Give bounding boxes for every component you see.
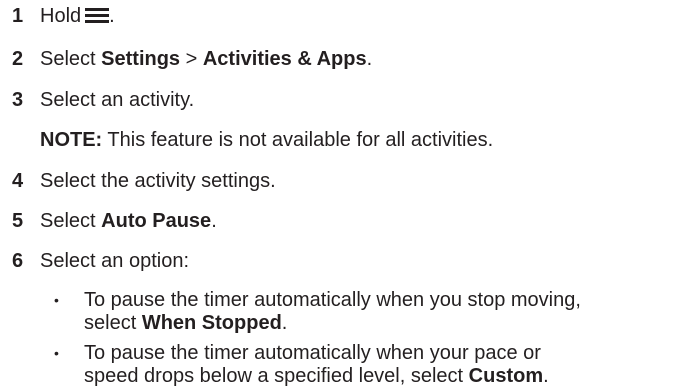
- step-suffix: .: [109, 5, 115, 27]
- bullet-line-1: To pause the timer automatically when yo…: [84, 289, 581, 311]
- menu-path-separator: >: [180, 48, 203, 70]
- step-text: Select an activity.: [40, 89, 195, 111]
- step-text: Hold: [40, 5, 82, 27]
- note: NOTE: This feature is not available for …: [40, 128, 493, 152]
- menu-icon: [85, 6, 110, 24]
- option-auto-pause: Auto Pause: [101, 210, 212, 232]
- step-number: 5: [12, 210, 24, 232]
- menu-path-settings: Settings: [101, 48, 181, 70]
- bullet-line-2-prefix: speed drops below a specified level, sel…: [84, 365, 469, 387]
- step-suffix: .: [366, 48, 373, 70]
- bullet-text: To pause the timer automatically when yo…: [84, 289, 581, 335]
- step-5: 5 Select Auto Pause.: [12, 209, 217, 233]
- step-number: 4: [12, 170, 24, 192]
- step-6: 6 Select an option:: [12, 249, 189, 273]
- bullet-icon: •: [54, 345, 59, 361]
- option-custom: Custom: [468, 365, 544, 387]
- bullet-line-2-prefix: select: [84, 312, 142, 334]
- note-text: This feature is not available for all ac…: [102, 129, 494, 151]
- step-number: 6: [12, 250, 24, 272]
- option-when-stopped: When Stopped: [141, 312, 282, 334]
- instruction-document: 1 Hold. 2 Select Settings > Activities & A…: [0, 0, 689, 387]
- note-label: NOTE:: [40, 129, 103, 151]
- step-prefix: Select: [40, 48, 102, 70]
- step-prefix: Select: [40, 210, 102, 232]
- bullet-line-2-suffix: .: [281, 312, 288, 334]
- bullet-line-2-suffix: .: [543, 365, 549, 387]
- bullet-text: To pause the timer automatically when yo…: [84, 342, 549, 388]
- step-number: 3: [12, 89, 24, 111]
- step-number: 1: [12, 5, 24, 27]
- step-2: 2 Select Settings > Activities & Apps.: [12, 47, 372, 71]
- menu-path-activities-apps: Activities & Apps: [202, 48, 367, 70]
- step-3: 3 Select an activity.: [12, 88, 194, 112]
- step-4: 4 Select the activity settings.: [12, 169, 276, 193]
- bullet-line-2: speed drops below a specified level, sel…: [84, 365, 549, 388]
- step-text: Select the activity settings.: [40, 170, 276, 192]
- bullet-icon: •: [54, 292, 59, 308]
- step-suffix: .: [211, 210, 217, 232]
- step-1: 1 Hold.: [12, 4, 115, 28]
- bullet-line-1: To pause the timer automatically when yo…: [84, 342, 541, 364]
- step-number: 2: [12, 48, 24, 70]
- bullet-line-2: select When Stopped.: [84, 312, 581, 335]
- step-text: Select an option:: [40, 250, 189, 272]
